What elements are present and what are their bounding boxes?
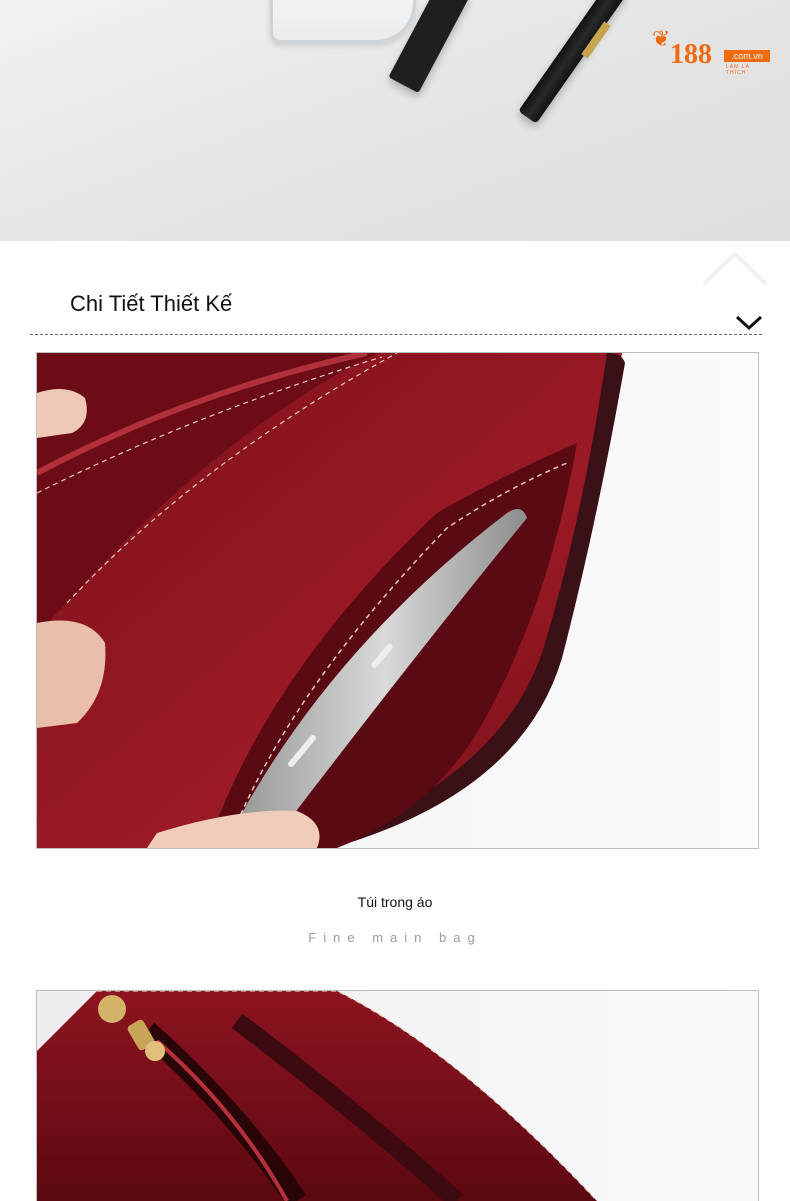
logo-domain: .com.vn [724, 50, 770, 62]
chevron-down-icon[interactable] [734, 312, 764, 332]
bag-interior-illustration [37, 353, 758, 848]
logo-number: 188 [670, 39, 712, 70]
bag-interior-photo [36, 352, 759, 849]
bag-zipper-photo [36, 990, 759, 1201]
chevron-up-icon [702, 251, 768, 286]
top-product-photo: ❦ 188 .com.vn LÀM LÀ THÍCH [0, 0, 790, 241]
brand-logo: ❦ 188 .com.vn LÀM LÀ THÍCH [652, 26, 772, 76]
caption-subtitle: Fine main bag [308, 930, 482, 945]
pen-image [518, 0, 629, 124]
leaf-icon: ❦ [652, 26, 671, 51]
logo-tagline: LÀM LÀ THÍCH [726, 64, 750, 76]
title-divider [30, 334, 762, 335]
caption-main: Túi trong áo [357, 894, 433, 910]
section-title: Chi Tiết Thiết Kế [70, 291, 233, 316]
phone-edge-image [270, 0, 416, 43]
bag-zipper-illustration [37, 991, 758, 1201]
